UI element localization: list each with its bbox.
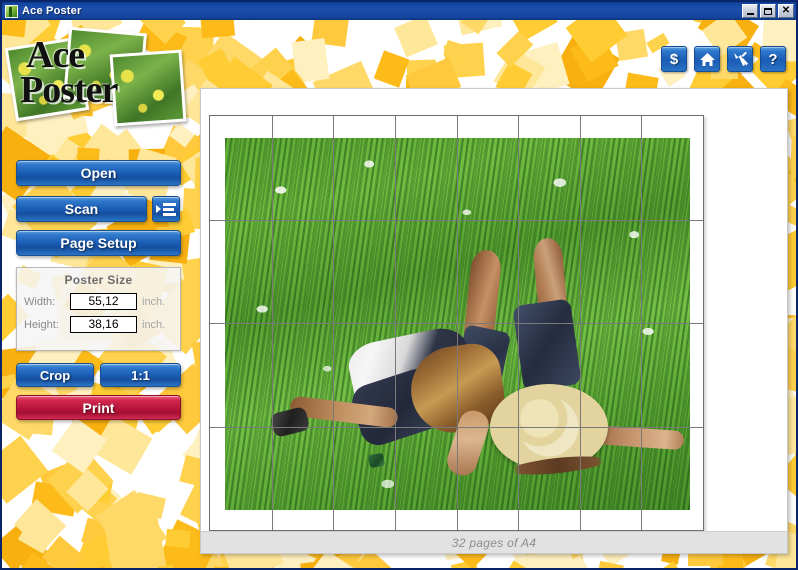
- poster-page-grid[interactable]: [209, 115, 704, 531]
- grid-line-horizontal: [210, 427, 703, 428]
- tools-icon: [733, 51, 748, 66]
- home-icon: [699, 52, 715, 66]
- dollar-icon: $: [669, 50, 679, 68]
- poster-size-title: Poster Size: [64, 273, 133, 287]
- top-toolbar: $ ?: [661, 46, 786, 72]
- poster-width-input[interactable]: 55,12: [70, 293, 137, 310]
- poster-height-row: Height: 38,16 inch.: [24, 316, 180, 333]
- scan-options-button[interactable]: [152, 196, 180, 222]
- poster-height-unit: inch.: [142, 318, 166, 331]
- logo-text: Ace Poster: [20, 36, 198, 109]
- list-options-icon: [156, 202, 176, 216]
- open-button-label: Open: [80, 165, 117, 181]
- window-title: Ace Poster: [22, 5, 82, 17]
- window-body: $ ? Ace Poster Open Scan Page Setup Post…: [2, 20, 796, 568]
- question-mark-icon: ?: [768, 50, 778, 68]
- one-to-one-button[interactable]: 1:1: [100, 363, 181, 387]
- minimize-button[interactable]: [742, 4, 758, 18]
- tools-button[interactable]: [727, 46, 753, 72]
- print-button-label: Print: [82, 399, 115, 416]
- page-setup-button-label: Page Setup: [60, 235, 137, 251]
- grid-line-horizontal: [210, 220, 703, 221]
- poster-size-panel: Poster Size Width: 55,12 inch. Height: 3…: [16, 267, 181, 351]
- logo-line-2: Poster: [20, 68, 118, 111]
- crop-button-label: Crop: [39, 367, 71, 383]
- crop-button[interactable]: Crop: [16, 363, 94, 387]
- maximize-button[interactable]: [760, 4, 776, 18]
- open-button[interactable]: Open: [16, 160, 181, 186]
- confetti-square: [199, 20, 236, 39]
- confetti-square: [790, 136, 796, 179]
- sidebar: Ace Poster Open Scan Page Setup Poster S…: [2, 20, 194, 568]
- poster-width-row: Width: 55,12 inch.: [24, 293, 180, 310]
- close-button[interactable]: ✕: [778, 4, 794, 18]
- grid-line-horizontal: [210, 323, 703, 324]
- home-button[interactable]: [694, 46, 720, 72]
- photo-shorts-right: [512, 298, 582, 392]
- print-button[interactable]: Print: [16, 395, 181, 420]
- confetti-square: [373, 50, 410, 89]
- title-bar: Ace Poster ✕: [2, 2, 796, 20]
- status-bar: 32 pages of A4: [201, 531, 787, 553]
- preview-panel[interactable]: 32 pages of A4: [200, 88, 788, 554]
- page-setup-button[interactable]: Page Setup: [16, 230, 181, 256]
- app-window: Ace Poster ✕ $ ? Ace Poster Open Scan Pa…: [0, 0, 798, 570]
- scan-button[interactable]: Scan: [16, 196, 147, 222]
- confetti-square: [393, 20, 439, 58]
- poster-height-input[interactable]: 38,16: [70, 316, 137, 333]
- photo-watch: [368, 452, 386, 469]
- poster-width-unit: inch.: [142, 295, 166, 308]
- status-text: 32 pages of A4: [451, 535, 537, 550]
- buy-button[interactable]: $: [661, 46, 687, 72]
- photo-sandal: [269, 405, 310, 438]
- poster-width-label: Width:: [24, 295, 56, 308]
- poster-height-label: Height:: [24, 318, 59, 331]
- help-button[interactable]: ?: [760, 46, 786, 72]
- scan-button-label: Scan: [64, 201, 99, 217]
- app-icon: [5, 4, 18, 18]
- app-logo: Ace Poster: [4, 26, 190, 134]
- one-to-one-button-label: 1:1: [131, 367, 150, 383]
